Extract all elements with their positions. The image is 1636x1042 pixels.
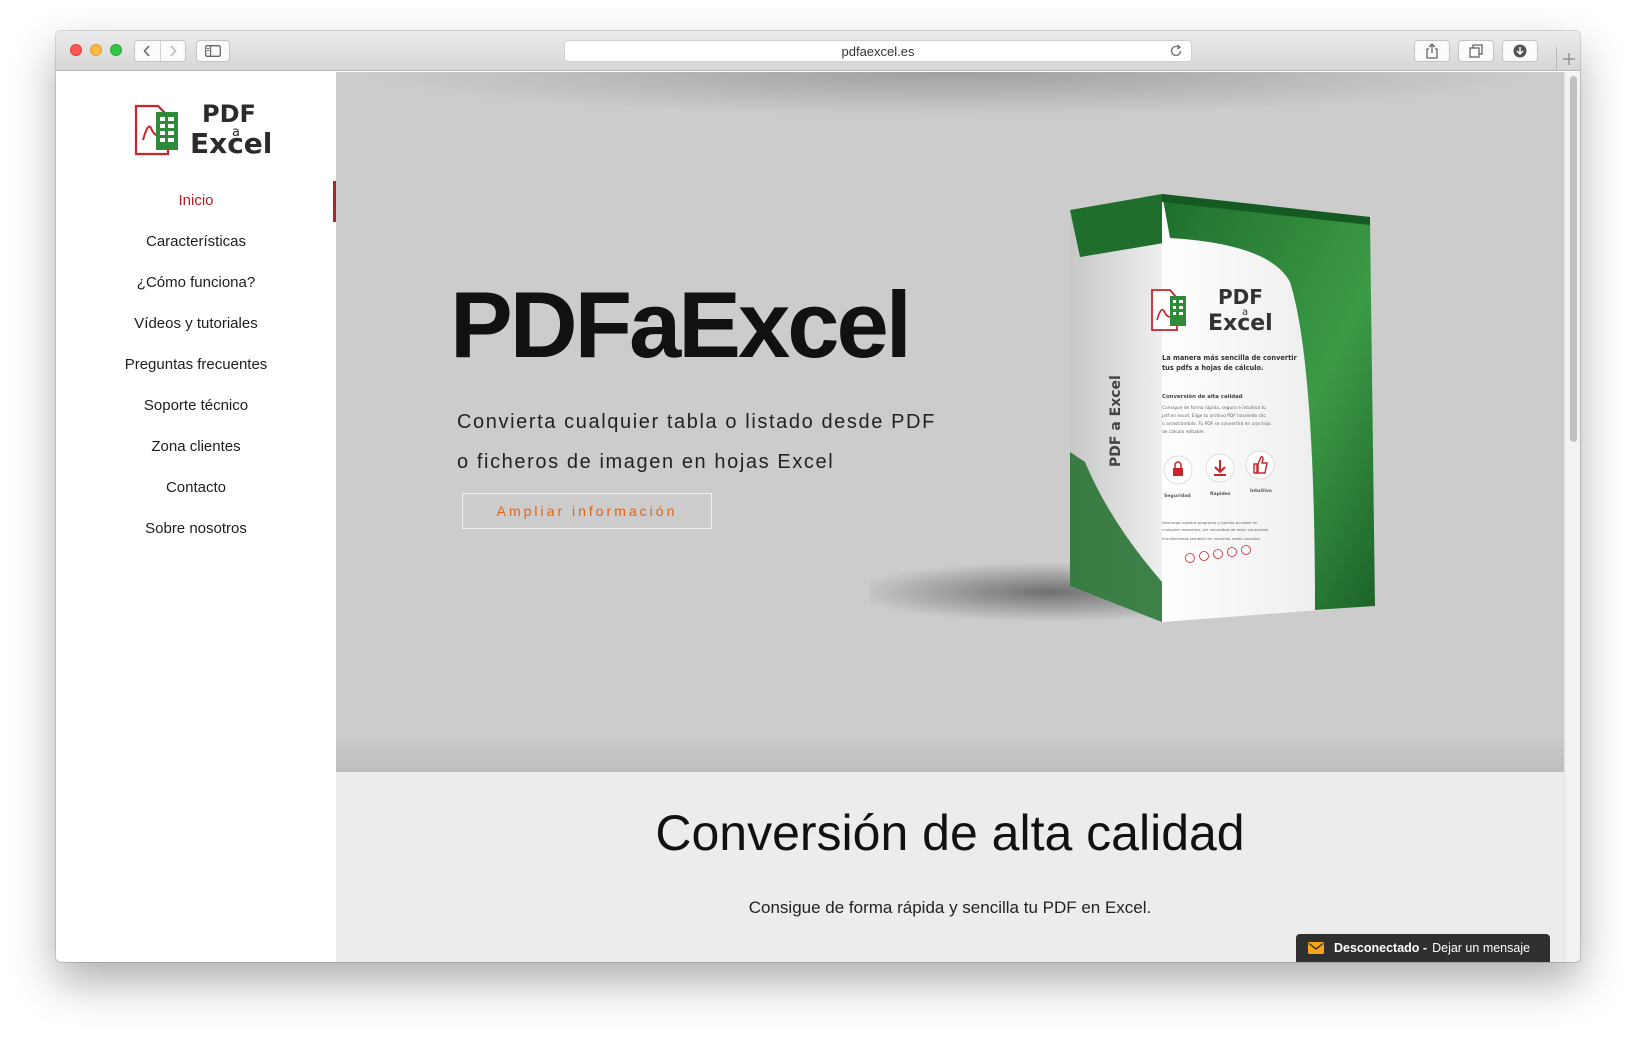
box-feature-download-icon <box>1205 453 1235 483</box>
page-viewport: PDF a Excel Inicio Características ¿Cómo… <box>56 72 1580 962</box>
box-body-3: o arrastrándolo. Tu PDF se convertirá en… <box>1162 420 1271 427</box>
nav-item-sobre-nosotros[interactable]: Sobre nosotros <box>56 508 336 549</box>
chat-status: Desconectado - <box>1334 941 1428 955</box>
reload-icon[interactable] <box>1169 44 1183 58</box>
hero-top-shadow <box>336 72 1564 118</box>
sidebar-icon <box>205 45 221 57</box>
nav-item-soporte-tecnico[interactable]: Soporte técnico <box>56 385 336 426</box>
hero-bottom-shadow <box>336 732 1564 772</box>
box-tagline-1: La manera más sencilla de convertir <box>1162 354 1298 362</box>
more-info-button[interactable]: Ampliar información <box>462 493 712 529</box>
address-bar[interactable]: pdfaexcel.es <box>564 40 1192 62</box>
logo-text-excel: Excel <box>190 127 272 156</box>
scrollbar-thumb[interactable] <box>1570 76 1577 442</box>
box-foot-3: Encuéntranos también en nuestras redes s… <box>1162 536 1260 541</box>
nav-item-preguntas-frecuentes[interactable]: Preguntas frecuentes <box>56 344 336 385</box>
product-box-image: PDF a Excel PDF a Excel La manera más se… <box>870 194 1375 622</box>
plus-icon <box>1562 53 1575 65</box>
zoom-window-button[interactable] <box>110 44 122 56</box>
section-text: Consigue de forma rápida y sencilla tu P… <box>748 898 1152 917</box>
chevron-left-icon <box>143 45 150 57</box>
box-feature-1-label: Seguridad <box>1164 493 1191 499</box>
box-feature-thumbs-up-icon <box>1245 450 1275 480</box>
logo-text-pdf: PDF <box>202 100 256 128</box>
box-feature-2-label: Rapidez <box>1210 491 1231 497</box>
chevron-right-icon <box>170 45 177 57</box>
box-spine-text: PDF a Excel <box>1108 375 1124 467</box>
tabs-icon <box>1469 44 1483 58</box>
box-logo-pdf: PDF <box>1218 285 1263 309</box>
share-icon <box>1426 43 1438 59</box>
download-icon <box>1513 44 1527 58</box>
hero-section: PDFaExcel Convierta cualquier tabla o li… <box>336 72 1564 772</box>
page-scrollbar[interactable] <box>1564 72 1580 962</box>
nav-item-zona-clientes[interactable]: Zona clientes <box>56 426 336 467</box>
forward-button[interactable] <box>159 41 186 61</box>
share-button[interactable] <box>1414 40 1450 62</box>
section-title: Conversión de alta calidad <box>655 805 1245 861</box>
box-foot-2: cualquier momento, sin necesidad de esta… <box>1162 527 1269 532</box>
chat-leave-message[interactable]: Dejar un mensaje <box>1432 941 1530 955</box>
toggle-sidebar-button[interactable] <box>196 40 230 62</box>
nav-item-caracteristicas[interactable]: Características <box>56 221 336 262</box>
back-button[interactable] <box>135 41 160 61</box>
box-body-1: Consigue de forma rápida, segura e intui… <box>1162 404 1266 411</box>
nav-item-como-funciona[interactable]: ¿Cómo funciona? <box>56 262 336 303</box>
close-window-button[interactable] <box>70 44 82 56</box>
url-text: pdfaexcel.es <box>841 43 915 59</box>
browser-window: pdfaexcel.es PDF a Excel Inicio Caracter… <box>56 31 1580 962</box>
box-body-2: pdf en excel. Elige tu archivo PDF hacie… <box>1162 413 1266 419</box>
title-bar: pdfaexcel.es <box>56 31 1580 71</box>
box-tagline-2: tus pdfs a hojas de cálculo. <box>1162 364 1264 372</box>
box-heading: Conversión de alta calidad <box>1162 393 1243 400</box>
logo-mark-icon <box>134 104 178 156</box>
hero-title: PDFaExcel <box>450 272 912 377</box>
nav-item-videos-tutoriales[interactable]: Vídeos y tutoriales <box>56 303 336 344</box>
downloads-button[interactable] <box>1502 40 1538 62</box>
box-feature-3-label: Intuitivo <box>1250 488 1272 494</box>
site-sidebar: PDF a Excel Inicio Características ¿Cómo… <box>56 72 336 962</box>
new-tab-button[interactable] <box>1556 47 1580 71</box>
box-feature-lock-icon <box>1163 455 1193 485</box>
nav-item-contacto[interactable]: Contacto <box>56 467 336 508</box>
pdfaexcel-logo[interactable]: PDF a Excel <box>134 100 284 156</box>
minimize-window-button[interactable] <box>90 44 102 56</box>
nav-item-inicio[interactable]: Inicio <box>56 180 336 222</box>
box-logo-excel: Excel <box>1208 311 1273 336</box>
main-navigation: Inicio Características ¿Cómo funciona? V… <box>56 180 336 549</box>
box-body-4: de cálculo editable. <box>1162 428 1205 435</box>
box-foot-1: Descarga nuestro programa y podrás acced… <box>1162 520 1258 525</box>
envelope-icon <box>1308 942 1324 954</box>
chat-widget[interactable]: Desconectado - Dejar un mensaje <box>1296 934 1550 962</box>
history-nav-group <box>134 40 186 62</box>
show-tabs-button[interactable] <box>1458 40 1494 62</box>
